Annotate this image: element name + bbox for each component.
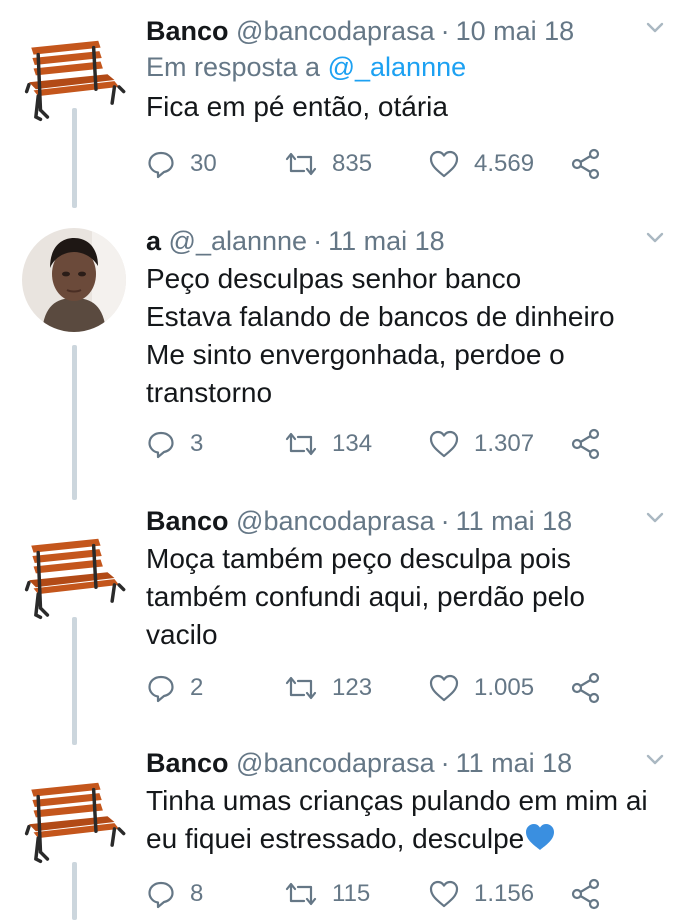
like-button[interactable]: 1.005 (428, 668, 534, 708)
reply-icon (148, 675, 174, 703)
chevron-down-icon[interactable] (644, 226, 666, 248)
tweet-text-line: também confundi aqui, perdão pelo (146, 581, 585, 612)
bench-icon[interactable] (22, 770, 126, 874)
tweet-date[interactable]: 11 mai 18 (456, 506, 573, 536)
retweet-icon (285, 676, 317, 700)
heart-icon (429, 430, 459, 458)
chevron-down-icon[interactable] (644, 506, 666, 528)
retweet-button[interactable]: 835 (284, 144, 372, 184)
thread-line (72, 617, 77, 745)
tweet-text-line: Estava falando de bancos de dinheiro (146, 301, 615, 332)
share-button[interactable] (570, 144, 602, 184)
like-button[interactable]: 1.307 (428, 424, 534, 464)
chevron-down-icon[interactable] (644, 748, 666, 770)
avatar[interactable] (22, 228, 126, 332)
reply-handle-link[interactable]: @_alannne (328, 52, 467, 82)
like-button[interactable]: 1.156 (428, 874, 534, 914)
reply-count: 2 (190, 674, 204, 701)
reply-icon (148, 151, 174, 179)
blue-heart-icon (526, 824, 555, 850)
bench-icon[interactable] (22, 526, 126, 630)
retweet-count: 115 (332, 880, 371, 907)
share-button[interactable] (570, 424, 602, 464)
like-count: 4.569 (474, 150, 535, 177)
tweet-text-line: Tinha umas crianças pulando em mim ai (146, 785, 648, 816)
like-count: 1.307 (474, 430, 535, 457)
tweet-text-line: transtorno (146, 377, 273, 408)
like-button[interactable]: 4.569 (428, 144, 534, 184)
heart-icon (429, 674, 459, 702)
tweet-text-line: eu fiquei estressado, desculpe (146, 820, 670, 858)
timeline: Banco @bancodaprasa · 10 mai 18 Em respost… (0, 0, 690, 920)
display-name[interactable]: Banco (146, 506, 229, 536)
tweet-header: Banco @bancodaprasa · 10 mai 18 (146, 16, 575, 46)
reply-button[interactable]: 8 (146, 874, 203, 914)
tweet-actions: 30 835 4.569 (146, 144, 616, 184)
display-name[interactable]: Banco (146, 748, 229, 778)
tweet-text-fragment: eu fiquei estressado, desculpe (146, 823, 525, 854)
reply-count: 3 (190, 430, 204, 457)
tweet-text-line: Fica em pé então, otária (146, 91, 448, 122)
tweet-header: a @_alannne · 11 mai 18 (146, 226, 445, 256)
user-handle[interactable]: @bancodaprasa (236, 748, 435, 778)
retweet-button[interactable]: 123 (284, 668, 372, 708)
retweet-button[interactable]: 115 (284, 874, 370, 914)
tweet-header: Banco @bancodaprasa · 11 mai 18 (146, 506, 573, 536)
reply-button[interactable]: 3 (146, 424, 203, 464)
retweet-icon (285, 882, 317, 906)
reply-prefix: Em resposta a (146, 52, 321, 82)
share-button[interactable] (570, 668, 602, 708)
tweet-text: Tinha umas crianças pulando em mim ai eu… (146, 782, 670, 858)
retweet-count: 134 (332, 430, 373, 457)
tweet-text-line: vacilo (146, 619, 218, 650)
chevron-down-icon[interactable] (644, 16, 666, 38)
tweet-date[interactable]: 11 mai 18 (456, 748, 573, 778)
tweet-text-line: Moça também peço desculpa pois (146, 543, 571, 574)
thread-line (72, 345, 77, 500)
reply-context: Em resposta a @_alannne (146, 48, 670, 86)
heart-icon (429, 150, 459, 178)
user-handle[interactable]: @_alannne (169, 226, 308, 256)
tweet-text: Peço desculpas senhor banco Estava falan… (146, 260, 670, 412)
share-icon (571, 878, 600, 910)
share-icon (571, 148, 600, 180)
tweet-text: Fica em pé então, otária (146, 88, 670, 126)
tweet-date[interactable]: 11 mai 18 (328, 226, 445, 256)
display-name[interactable]: a (146, 226, 161, 256)
reply-count: 30 (190, 150, 217, 177)
share-button[interactable] (570, 874, 602, 914)
share-icon (571, 672, 600, 704)
like-count: 1.156 (474, 880, 535, 907)
user-handle[interactable]: @bancodaprasa (236, 506, 435, 536)
like-count: 1.005 (474, 674, 535, 701)
bench-icon[interactable] (22, 28, 126, 132)
user-handle[interactable]: @bancodaprasa (236, 16, 435, 46)
reply-icon (148, 881, 174, 909)
tweet-date[interactable]: 10 mai 18 (456, 16, 575, 46)
retweet-button[interactable]: 134 (284, 424, 372, 464)
tweet-actions: 8 115 1.156 (146, 874, 616, 914)
retweet-icon (285, 432, 317, 456)
tweet-header: Banco @bancodaprasa · 11 mai 18 (146, 748, 573, 778)
heart-icon (429, 880, 459, 908)
tweet-actions: 2 123 1.005 (146, 668, 616, 708)
reply-button[interactable]: 2 (146, 668, 203, 708)
retweet-count: 123 (332, 674, 373, 701)
user-photo (22, 228, 126, 332)
reply-icon (148, 431, 174, 459)
reply-button[interactable]: 30 (146, 144, 217, 184)
display-name[interactable]: Banco (146, 16, 229, 46)
share-icon (571, 428, 600, 460)
tweet-text-line: Peço desculpas senhor banco (146, 263, 522, 294)
tweet-actions: 3 134 1.307 (146, 424, 616, 464)
retweet-count: 835 (332, 150, 373, 177)
retweet-icon (285, 152, 317, 176)
tweet-text-line: Me sinto envergonhada, perdoe o (146, 339, 565, 370)
reply-count: 8 (190, 880, 204, 907)
tweet-text: Moça também peço desculpa pois também co… (146, 540, 670, 654)
